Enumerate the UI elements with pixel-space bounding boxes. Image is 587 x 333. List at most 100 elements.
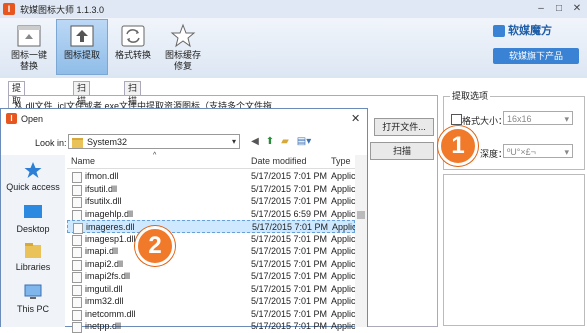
file-row[interactable]: imagehlp.dll 5/17/2015 6:59 PM Applic bbox=[67, 208, 356, 221]
tab-extract-file-icons[interactable]: 提取文件图标 bbox=[8, 81, 26, 158]
dll-file-icon bbox=[72, 209, 82, 221]
place-quick-access[interactable]: Quick access bbox=[1, 161, 65, 192]
file-date: 5/17/2015 7:01 PM bbox=[251, 271, 328, 281]
dll-file-icon bbox=[72, 284, 82, 296]
toolbar-label: 格式转换 bbox=[114, 50, 151, 60]
lookin-value: System32 bbox=[87, 137, 128, 147]
file-name: inetcomm.dll bbox=[85, 308, 136, 319]
depth-value: ºU°×£¬ bbox=[507, 147, 536, 157]
toolbar-cache-repair-button[interactable]: 图标缓存 修复 bbox=[158, 20, 208, 74]
file-row[interactable]: inetcomm.dll 5/17/2015 7:01 PM Applic bbox=[67, 308, 356, 321]
file-date: 5/17/2015 7:01 PM bbox=[251, 296, 328, 306]
dialog-title-bar bbox=[1, 109, 367, 129]
file-date: 5/17/2015 7:01 PM bbox=[251, 233, 328, 244]
brand-logo: 软媒魔方 bbox=[493, 22, 579, 42]
depth-select[interactable]: ºU°×£¬ ▾ bbox=[503, 144, 573, 158]
tab-scan-process[interactable]: 扫描进程 bbox=[124, 81, 142, 132]
file-row[interactable]: imagesp1.dll 5/17/2015 7:01 PM Applic bbox=[67, 233, 356, 246]
minimize-icon[interactable]: – bbox=[534, 2, 548, 15]
dll-file-icon bbox=[72, 272, 82, 283]
desktop-icon bbox=[23, 203, 43, 221]
dll-file-icon bbox=[72, 259, 82, 271]
size-checkbox[interactable] bbox=[451, 114, 462, 125]
convert-arrows-icon bbox=[118, 22, 148, 50]
file-row[interactable]: imgutil.dll 5/17/2015 7:01 PM Applic bbox=[67, 283, 356, 296]
file-name: imapi2fs.dll bbox=[85, 271, 131, 281]
sort-up-icon: ^ bbox=[153, 152, 157, 159]
toolbar-replace-button[interactable]: 图标一键 替换 bbox=[4, 20, 54, 74]
file-type: Applic bbox=[331, 296, 356, 306]
dialog-close-icon[interactable]: ✕ bbox=[351, 112, 360, 125]
lookin-select[interactable]: System32 ▾ bbox=[68, 134, 240, 149]
file-name: imm32.dll bbox=[85, 296, 124, 306]
file-type: Applic bbox=[331, 233, 356, 244]
file-row[interactable]: imm32.dll 5/17/2015 7:01 PM Applic bbox=[67, 295, 356, 308]
file-type: Applic bbox=[331, 183, 356, 194]
brand-products-button[interactable]: 软媒旗下产品 bbox=[493, 48, 579, 64]
view-menu-icon[interactable]: ▤▾ bbox=[295, 136, 313, 148]
toolbar-extract-button[interactable]: 图标提取 bbox=[56, 19, 108, 75]
dll-file-icon bbox=[72, 322, 82, 333]
scrollbar-thumb[interactable] bbox=[357, 211, 365, 219]
dll-file-icon bbox=[72, 184, 82, 196]
app-title: 软媒图标大师 1.1.3.0 bbox=[20, 5, 105, 15]
file-name: ifsutilx.dll bbox=[85, 196, 122, 206]
dll-file-icon bbox=[72, 197, 82, 208]
toolbar-label: 替换 bbox=[19, 61, 38, 71]
file-row[interactable]: ifsutilx.dll 5/17/2015 7:01 PM Applic bbox=[67, 195, 356, 208]
column-date[interactable]: Date modified bbox=[251, 156, 307, 166]
window-replace-icon bbox=[14, 22, 44, 50]
file-type: Applic bbox=[331, 258, 356, 269]
size-select[interactable]: 16x16 ▾ bbox=[503, 111, 573, 125]
file-row[interactable]: imapi.dll 5/17/2015 7:01 PM Applic bbox=[67, 245, 356, 258]
column-header: Name ^ Date modified Type bbox=[67, 152, 355, 169]
back-icon[interactable]: ◀ bbox=[249, 136, 261, 148]
file-date: 5/17/2015 7:01 PM bbox=[251, 196, 328, 206]
size-value: 16x16 bbox=[507, 114, 532, 124]
toolbar-label: 图标一键 bbox=[10, 50, 47, 60]
open-dialog: I Open ✕ Look in: System32 ▾ ◀ ⬆ ▰ ▤▾ Qu… bbox=[0, 108, 368, 333]
cube-icon bbox=[493, 25, 505, 38]
file-name: imapi2.dll bbox=[85, 258, 124, 269]
file-date: 5/17/2015 7:01 PM bbox=[251, 308, 328, 319]
vertical-scrollbar[interactable] bbox=[355, 155, 367, 327]
place-label: Desktop bbox=[16, 224, 50, 234]
file-type: Applic bbox=[331, 208, 356, 219]
file-type: Applic bbox=[331, 196, 356, 206]
file-name: imapi.dll bbox=[85, 246, 119, 256]
close-icon[interactable]: ✕ bbox=[570, 2, 584, 15]
upload-arrow-icon bbox=[67, 22, 97, 50]
file-name: imagesp1.dll bbox=[85, 233, 136, 244]
new-folder-icon[interactable]: ▰ bbox=[279, 136, 291, 148]
place-desktop[interactable]: Desktop bbox=[1, 203, 65, 234]
preview-panel bbox=[443, 174, 585, 326]
dll-file-icon bbox=[72, 247, 82, 258]
chevron-down-icon: ▾ bbox=[564, 114, 569, 124]
up-folder-icon[interactable]: ⬆ bbox=[264, 136, 276, 148]
file-name: imagehlp.dll bbox=[85, 208, 134, 219]
file-row[interactable]: imapi2fs.dll 5/17/2015 7:01 PM Applic bbox=[67, 270, 356, 283]
file-row[interactable]: ifsutil.dll 5/17/2015 7:01 PM Applic bbox=[67, 183, 356, 196]
file-date: 5/17/2015 7:01 PM bbox=[251, 258, 328, 269]
toolbar-label: 修复 bbox=[173, 61, 192, 71]
file-date: 5/17/2015 7:01 PM bbox=[251, 171, 328, 181]
scan-button[interactable]: 扫描 bbox=[370, 142, 434, 160]
libraries-icon bbox=[23, 241, 43, 259]
maximize-icon[interactable]: □ bbox=[552, 2, 566, 15]
file-row[interactable]: ifmon.dll 5/17/2015 7:01 PM Applic bbox=[67, 170, 356, 183]
toolbar-convert-button[interactable]: 格式转换 bbox=[108, 20, 158, 74]
file-row[interactable]: imapi2.dll 5/17/2015 7:01 PM Applic bbox=[67, 258, 356, 271]
file-row-selected[interactable]: imageres.dll 5/17/2015 7:01 PM Applic bbox=[67, 220, 357, 234]
place-this-pc[interactable]: This PC bbox=[1, 283, 65, 314]
brand-text: 软媒魔方 bbox=[508, 25, 552, 37]
file-type: Applic bbox=[331, 308, 356, 319]
column-name[interactable]: Name bbox=[71, 156, 95, 166]
chevron-down-icon: ▾ bbox=[564, 147, 569, 157]
column-type[interactable]: Type bbox=[331, 156, 351, 166]
place-libraries[interactable]: Libraries bbox=[1, 241, 65, 272]
tab-scan-folder[interactable]: 扫描文件夹 bbox=[73, 81, 91, 145]
computer-icon bbox=[23, 283, 43, 301]
open-file-button[interactable]: 打开文件... bbox=[374, 118, 434, 136]
file-date: 5/17/2015 6:59 PM bbox=[251, 208, 328, 219]
toolbar-label: 图标缓存 bbox=[164, 50, 201, 60]
